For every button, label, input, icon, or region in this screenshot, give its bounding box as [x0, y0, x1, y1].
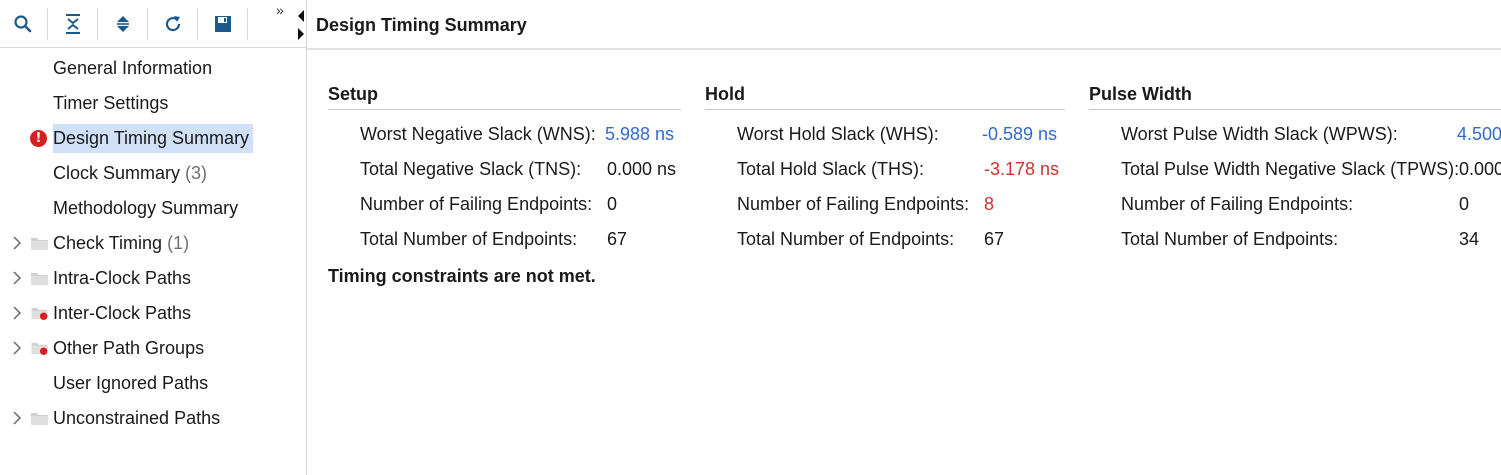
- folder-icon: [31, 272, 48, 285]
- tree-item-label: Other Path Groups: [53, 338, 205, 358]
- setup-failing-endpoints-value: 0: [607, 194, 618, 214]
- page-title: Design Timing Summary: [316, 15, 527, 35]
- metric-label: Number of Failing Endpoints:: [1121, 194, 1354, 214]
- pulse-failing-endpoints-value: 0: [1459, 194, 1470, 214]
- section-title: Pulse Width: [1089, 84, 1192, 104]
- collapse-all-icon[interactable]: [59, 10, 87, 38]
- pulse-total-endpoints-value: 34: [1459, 229, 1480, 249]
- tree-item-label: Timer Settings: [53, 93, 169, 113]
- tree-item-count: (3): [185, 163, 208, 183]
- tree-item-label: User Ignored Paths: [53, 373, 209, 393]
- metric-label: Total Pulse Width Negative Slack (TPWS):: [1121, 159, 1460, 179]
- whs-value-link[interactable]: -0.589 ns: [982, 124, 1057, 145]
- chevron-right-icon[interactable]: [11, 236, 23, 250]
- metric-label: Worst Negative Slack (WNS):: [360, 124, 596, 144]
- refresh-icon[interactable]: [159, 10, 187, 38]
- section-title: Hold: [705, 84, 745, 104]
- ths-value: -3.178 ns: [984, 159, 1060, 179]
- folder-icon: [31, 237, 48, 250]
- chevron-right-icon[interactable]: [11, 341, 23, 355]
- error-icon: !: [30, 129, 47, 147]
- tree-item-other-path-groups[interactable]: Other Path Groups: [0, 331, 306, 365]
- hold-failing-endpoints-value: 8: [984, 194, 995, 214]
- metric-label: Total Negative Slack (TNS):: [360, 159, 582, 179]
- metric-label: Total Hold Slack (THS):: [737, 159, 925, 179]
- toolbar-separator: [197, 8, 198, 40]
- tree-item-label: Methodology Summary: [53, 198, 239, 218]
- content-header: Design Timing Summary: [307, 0, 1501, 50]
- timing-status-message: Timing constraints are not met.: [328, 266, 596, 286]
- folder-error-icon: [31, 342, 48, 355]
- tree-item-check-timing[interactable]: Check Timing (1): [0, 226, 306, 260]
- section-divider: [1089, 109, 1501, 110]
- tree-item-text: Check Timing: [53, 233, 163, 253]
- metric-label: Worst Hold Slack (WHS):: [737, 124, 939, 144]
- tree-item-general-information[interactable]: General Information: [0, 51, 306, 85]
- metric-label: Total Number of Endpoints:: [737, 229, 955, 249]
- search-icon[interactable]: [9, 10, 37, 38]
- tree-toolbar: »: [0, 0, 307, 48]
- tree-item-intra-clock-paths[interactable]: Intra-Clock Paths: [0, 261, 306, 295]
- chevron-right-icon[interactable]: [11, 306, 23, 320]
- timing-summary-panel: Design Timing Summary Setup Worst Negati…: [307, 0, 1501, 475]
- chevron-right-icon[interactable]: [11, 271, 23, 285]
- toolbar-separator: [147, 8, 148, 40]
- toolbar-separator: [97, 8, 98, 40]
- tree-item-methodology-summary[interactable]: Methodology Summary: [0, 191, 306, 225]
- folder-icon: [31, 412, 48, 425]
- metric-label: Total Number of Endpoints:: [360, 229, 578, 249]
- tree-item-label: Intra-Clock Paths: [53, 268, 192, 288]
- toolbar-overflow-button[interactable]: »: [276, 1, 284, 19]
- tpws-value: 0.000: [1459, 159, 1501, 179]
- metric-label: Total Number of Endpoints:: [1121, 229, 1339, 249]
- tree-item-design-timing-summary[interactable]: ! Design Timing Summary: [0, 121, 306, 155]
- tree-item-label: Design Timing Summary: [53, 123, 254, 153]
- hold-total-endpoints-value: 67: [984, 229, 1005, 249]
- wns-value-link[interactable]: 5.988 ns: [605, 124, 674, 145]
- tree-item-clock-summary[interactable]: Clock Summary (3): [0, 156, 306, 190]
- pulse-width-section: Pulse Width Worst Pulse Width Slack (WPW…: [1089, 84, 1501, 264]
- tree-item-inter-clock-paths[interactable]: Inter-Clock Paths: [0, 296, 306, 330]
- folder-error-icon: [31, 307, 48, 320]
- section-title: Setup: [328, 84, 379, 104]
- wpws-value-link[interactable]: 4.500: [1457, 124, 1501, 145]
- setup-total-endpoints-value: 67: [607, 229, 628, 249]
- tree-item-user-ignored-paths[interactable]: User Ignored Paths: [0, 366, 306, 400]
- report-tree-pane: » General Information Timer Settings ! D…: [0, 0, 307, 475]
- splitter-arrows-icon[interactable]: [297, 10, 305, 40]
- tree-item-text: Clock Summary: [53, 163, 181, 183]
- section-divider: [328, 109, 681, 110]
- tree-item-label: Unconstrained Paths: [53, 408, 221, 428]
- metric-label: Worst Pulse Width Slack (WPWS):: [1121, 124, 1398, 144]
- expand-all-icon[interactable]: [109, 10, 137, 38]
- metric-label: Number of Failing Endpoints:: [737, 194, 970, 214]
- metric-label: Number of Failing Endpoints:: [360, 194, 593, 214]
- toolbar-separator: [247, 8, 248, 40]
- tree-item-label: Inter-Clock Paths: [53, 303, 192, 323]
- tree-item-count: (1): [167, 233, 190, 253]
- tree-item-label: Check Timing (1): [53, 232, 189, 254]
- tns-value: 0.000 ns: [607, 159, 677, 179]
- tree-item-label: General Information: [53, 58, 213, 78]
- tree-item-timer-settings[interactable]: Timer Settings: [0, 86, 306, 120]
- tree-item-label: Clock Summary (3): [53, 162, 207, 184]
- toolbar-separator: [47, 8, 48, 40]
- chevron-right-icon[interactable]: [11, 411, 23, 425]
- tree-item-unconstrained-paths[interactable]: Unconstrained Paths: [0, 401, 306, 435]
- save-icon[interactable]: [209, 10, 237, 38]
- section-divider: [705, 109, 1065, 110]
